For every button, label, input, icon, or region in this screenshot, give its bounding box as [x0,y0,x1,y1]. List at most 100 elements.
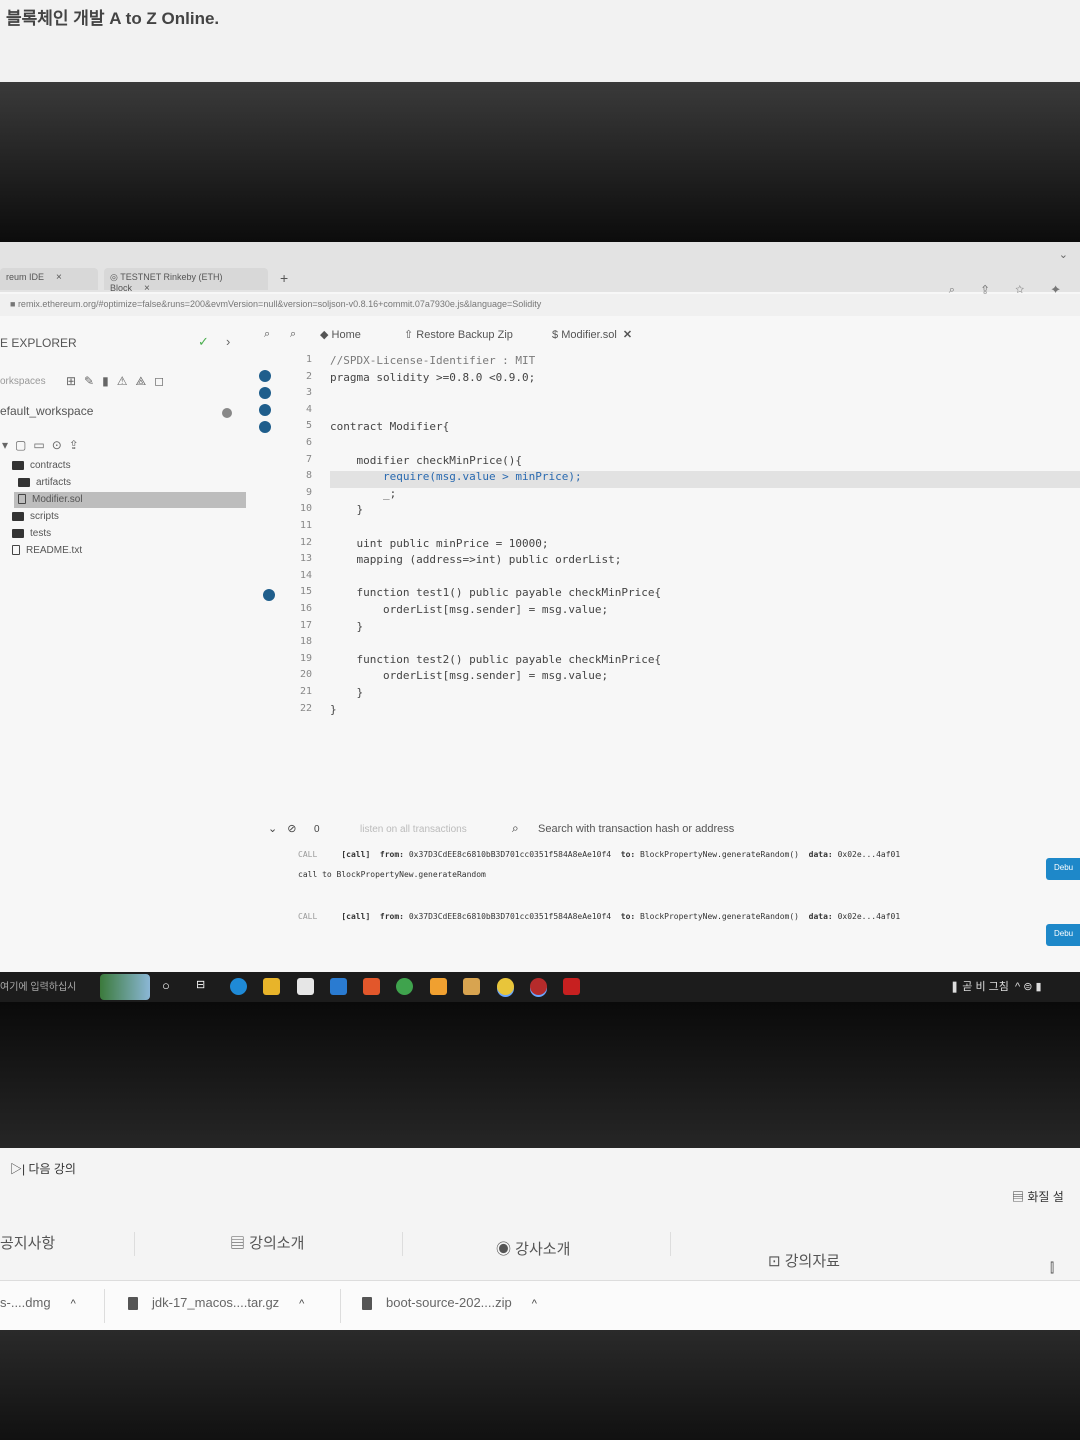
file-action-icons[interactable]: ▾▢▭⊙⇪ [2,438,86,452]
nav-divider [402,1232,403,1256]
tree-file-modifier-sol[interactable]: Modifier.sol [14,492,246,508]
mail-icon[interactable] [330,978,347,995]
line-number: 5 [305,420,312,432]
task-view-icon[interactable]: ⊟ [196,978,213,995]
app-green-icon[interactable] [396,978,413,995]
nav-divider [670,1232,671,1256]
breakpoint-icon[interactable] [263,589,275,601]
code-line: uint public minPrice = 10000; [330,536,549,550]
tree-folder-contracts[interactable]: contracts [12,458,71,474]
browser-tab-etherscan[interactable]: ◎ TESTNET Rinkeby (ETH) Block × [104,268,268,294]
breakpoint-icon[interactable] [259,370,271,382]
breakpoint-icon[interactable] [259,387,271,399]
line-number: 6 [305,437,312,448]
nav-instructor-intro[interactable]: ◉ 강사소개 [496,1238,570,1259]
tree-file-readme[interactable]: README.txt [12,543,82,559]
next-lecture-label: 다음 강의 [28,1162,76,1176]
cortana-icon[interactable]: ○ [162,978,179,995]
search-icon: ⌕ [512,821,519,835]
editor-tabbar: ⌕ ⌕ ◆ Home ⇧ Restore Backup Zip $ Modifi… [256,326,1076,348]
debug-button[interactable]: Debu [1046,858,1080,880]
nav-notice[interactable]: 공지사항 [0,1232,55,1253]
download-item[interactable]: s-....dmg ^ [0,1295,76,1310]
next-lecture-button[interactable]: ▷| 다음 강의 [10,1160,76,1177]
code-line: //SPDX-License-Identifier : MIT [330,354,536,367]
tree-folder-scripts[interactable]: scripts [12,509,59,525]
explorer-title: E EXPLORER [0,336,77,350]
close-icon[interactable]: ✕ [623,329,632,341]
browser-tab-remix[interactable]: reum IDE × [0,268,98,290]
edge-icon[interactable] [230,978,247,995]
tree-folder-tests[interactable]: tests [12,526,51,542]
editor-tab-restore-backup[interactable]: ⇧ Restore Backup Zip [404,328,513,341]
terminal-control-icons[interactable]: ⌄⊘ [268,822,306,835]
breakpoint-icon[interactable] [259,404,271,416]
editor-tab-modifier-sol[interactable]: $ Modifier.sol ✕ [552,328,632,341]
line-number: 10 [299,503,312,515]
line-number: 4 [305,403,312,415]
log-data-label: data: [808,850,833,859]
log-from: 0x37D3CdEE8c6810bB3D701cc0351f584A8eAe10… [408,912,612,921]
download-item[interactable]: boot-source-202....zip ^ [362,1295,537,1311]
address-bar[interactable]: ■ remix.ethereum.org/#optimize=false&run… [0,294,1080,316]
code-line: } [330,702,337,716]
app-diamond-icon[interactable] [430,978,447,995]
chevron-up-icon[interactable]: ^ [299,1298,304,1310]
chrome-icon[interactable] [497,978,514,995]
debug-button[interactable]: Debu [1046,924,1080,946]
app-red-icon[interactable] [530,978,547,995]
check-icon[interactable]: ✓ [198,334,209,350]
search-highlight-image[interactable] [100,974,150,1000]
course-nav: 공지사항 ▤ 강의소개 ◉ 강사소개 ⊡ 강의자료 [0,1228,1080,1271]
file-explorer-panel: E EXPLORER ✓ › orkspaces ⊞✎▮⚠⟁◻ efault_w… [0,320,248,970]
breakpoint-icon[interactable] [259,421,271,433]
close-icon[interactable]: × [56,272,62,283]
chevron-right-icon[interactable]: › [226,334,230,349]
listen-all-transactions-toggle[interactable]: listen on all transactions [360,824,467,835]
chart-icon[interactable]: ⫿ [1050,1260,1054,1276]
line-number: 1 [305,354,312,365]
tree-folder-artifacts[interactable]: artifacts [18,475,71,491]
terminal-log-entry[interactable]: CALL [call] from: 0x37D3CdEE8c6810bB3D70… [298,912,900,921]
workspace-select[interactable]: efault_workspace [0,404,93,418]
chevron-up-icon[interactable]: ^ [71,1298,76,1310]
close-icon[interactable]: × [144,283,150,294]
weather-text: 곧 비 그침 [962,981,1009,993]
zoom-out-icon[interactable]: ⌕ [264,328,270,341]
terminal-search-input[interactable]: Search with transaction hash or address [538,823,734,835]
system-tray[interactable]: ❚ 곧 비 그침 ^ ⊜ ▮ [950,978,1042,994]
tree-label: tests [30,528,52,539]
log-tag: CALL [298,850,318,859]
log-call: [call] [341,912,371,921]
taskbar-search-input[interactable]: 여기에 입력하십시 [0,978,76,993]
browser-toolbar-icons[interactable]: ⌕ ⇪ ☆ ✦ [949,284,1072,297]
code-line: pragma solidity >=0.8.0 <0.9.0; [330,370,536,384]
log-data: 0x02e...4af01 [837,912,901,921]
line-number: 17 [299,619,312,631]
office-icon[interactable] [363,978,380,995]
app-box-icon[interactable] [463,978,480,995]
tab-label: Home [331,329,361,341]
download-item[interactable]: jdk-17_macos....tar.gz ^ [128,1295,304,1311]
log-tag: CALL [298,912,318,921]
monitor-screen: reum IDE × ◎ TESTNET Rinkeby (ETH) Block ×… [0,242,1080,974]
zoom-in-icon[interactable]: ⌕ [290,328,296,341]
quality-settings-button[interactable]: ▤ 화질 설 [1012,1188,1064,1205]
nav-label: 강의소개 [249,1235,305,1252]
acrobat-icon[interactable] [563,978,580,995]
nav-course-materials[interactable]: ⊡ 강의자료 [768,1250,840,1271]
file-explorer-icon[interactable] [263,978,280,995]
nav-course-intro[interactable]: ▤ 강의소개 [230,1232,304,1253]
store-icon[interactable] [297,978,314,995]
new-tab-button[interactable]: + [280,270,288,286]
tab-label: reum IDE [6,272,45,282]
log-from-label: from: [379,912,404,921]
editor-tab-home[interactable]: ◆ Home [320,328,361,341]
terminal-log-entry[interactable]: CALL [call] from: 0x37D3CdEE8c6810bB3D70… [298,850,900,859]
line-number: 2 [305,370,312,382]
chevron-up-icon[interactable]: ^ [532,1298,537,1310]
code-line: } [330,503,364,517]
home-icon: ◆ [320,329,332,341]
chevron-down-icon[interactable]: ⌄ [1059,248,1068,261]
workspace-action-icons[interactable]: ⊞✎▮⚠⟁◻ [66,374,172,389]
